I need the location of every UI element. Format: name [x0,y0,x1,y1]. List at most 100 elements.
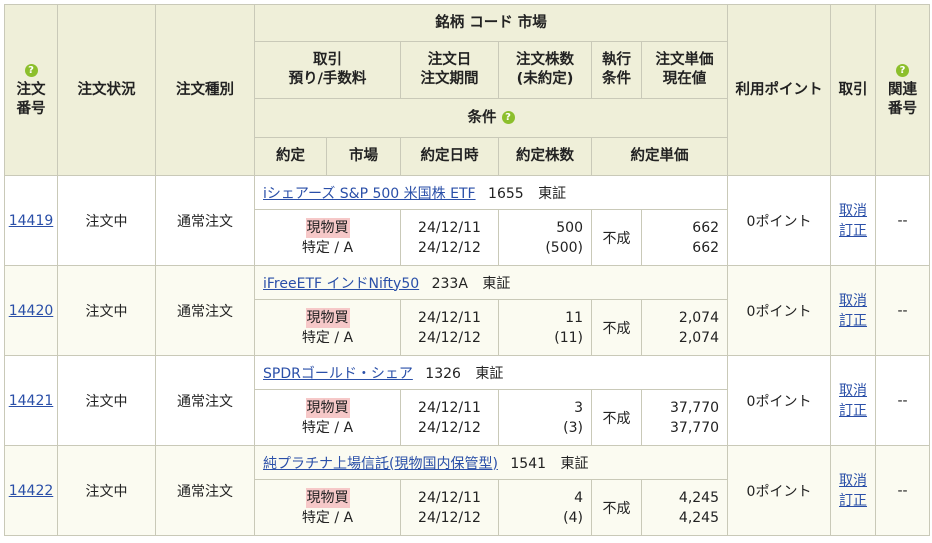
current-price: 37,770 [670,419,720,436]
col-points: 利用ポイント [727,4,832,176]
order-type: 通常注文 [155,445,255,536]
order-date: 24/12/11 [418,399,481,416]
order-status: 注文中 [57,175,156,266]
order-qty: 3 [574,399,583,416]
order-price: 662 [692,219,720,236]
cancel-link[interactable]: 取消 [831,381,875,401]
unfilled-qty: (500) [545,239,583,256]
order-period: 24/12/12 [418,419,481,436]
related-number: -- [875,265,931,356]
modify-link[interactable]: 訂正 [831,221,875,241]
help-icon[interactable]: ? [896,64,910,77]
order-status: 注文中 [57,355,156,446]
current-price: 2,074 [678,329,720,346]
col-action: 取引 [830,4,877,176]
order-period: 24/12/12 [418,329,481,346]
table-row: 14420 注文中 通常注文 iFreeETF インドNifty50 233A … [4,265,931,356]
order-qty: 500 [556,219,583,236]
account-type: 特定 / A [301,329,354,346]
modify-link[interactable]: 訂正 [831,401,875,421]
brand-code: 1655 [488,185,524,202]
order-number-link[interactable]: 14419 [9,213,54,229]
account-type: 特定 / A [301,419,354,436]
brand-code: 1541 [510,455,547,472]
brand-market: 東証 [475,365,504,382]
table-row: 14421 注文中 通常注文 SPDRゴールド・シェア 1326 東証 0ポイン… [4,355,931,446]
current-price: 662 [692,239,720,256]
exec-condition: 不成 [591,209,642,266]
brand-code: 1326 [425,365,461,382]
order-period: 24/12/12 [418,509,481,526]
side-badge: 現物買 [305,307,350,328]
side-badge: 現物買 [305,217,350,238]
col-fill-price: 約定単価 [590,137,729,176]
brand-link[interactable]: 純プラチナ上場信託(現物国内保管型) [263,456,498,472]
side-badge: 現物買 [305,397,350,418]
col-market: 市場 [326,137,401,176]
exec-condition: 不成 [591,299,642,356]
points-value: 0ポイント [727,445,832,536]
order-date: 24/12/11 [418,489,481,506]
points-value: 0ポイント [727,175,832,266]
cancel-link[interactable]: 取消 [831,291,875,311]
col-qty: 注文株数 (未約定) [498,41,592,99]
order-number-link[interactable]: 14420 [9,303,54,319]
order-date: 24/12/11 [418,219,481,236]
col-trade: 取引 預り/手数料 [254,41,401,99]
table-row: 14419 注文中 通常注文 iシェアーズ S&P 500 米国株 ETF 16… [4,175,931,266]
modify-link[interactable]: 訂正 [831,491,875,511]
order-status: 注文中 [57,265,156,356]
exec-condition: 不成 [591,479,642,536]
brand-link[interactable]: SPDRゴールド・シェア [263,366,413,382]
help-icon[interactable]: ? [24,64,38,77]
col-exec: 執行 条件 [591,41,642,99]
unfilled-qty: (4) [563,509,583,526]
col-order-date: 注文日 注文期間 [400,41,499,99]
brand-link[interactable]: iFreeETF インドNifty50 [263,276,419,292]
col-fill-date: 約定日時 [400,137,499,176]
order-price: 37,770 [670,399,720,416]
cancel-link[interactable]: 取消 [831,471,875,491]
account-type: 特定 / A [301,239,354,256]
col-status: 注文状況 [57,4,156,176]
brand-market: 東証 [560,455,589,472]
order-number-link[interactable]: 14422 [9,483,54,499]
order-qty: 4 [574,489,583,506]
order-list-table: ? 注文 番号 注文状況 注文種別 銘柄 コード 市場 利用ポイント 取引 ? … [4,4,931,536]
modify-link[interactable]: 訂正 [831,311,875,331]
order-number-link[interactable]: 14421 [9,393,54,409]
help-icon[interactable]: ? [501,111,515,124]
table-row: 14422 注文中 通常注文 純プラチナ上場信託(現物国内保管型) 1541 東… [4,445,931,536]
col-fill: 約定 [254,137,327,176]
col-order-no: ? 注文 番号 [4,4,58,176]
related-number: -- [875,355,931,446]
order-type: 通常注文 [155,355,255,446]
order-status: 注文中 [57,445,156,536]
col-fill-qty: 約定株数 [498,137,592,176]
col-price: 注文単価 現在値 [640,41,729,99]
col-related: ? 関連 番号 [875,4,931,176]
related-number: -- [875,175,931,266]
brand-market: 東証 [538,185,567,202]
current-price: 4,245 [678,509,720,526]
order-type: 通常注文 [155,175,255,266]
cancel-link[interactable]: 取消 [831,201,875,221]
side-badge: 現物買 [305,487,350,508]
related-number: -- [875,445,931,536]
col-brand: 銘柄 コード 市場 [253,4,729,42]
order-price: 2,074 [678,309,720,326]
order-qty: 11 [565,309,583,326]
order-period: 24/12/12 [418,239,481,256]
col-condition: 条件 ? [253,98,729,138]
order-date: 24/12/11 [418,309,481,326]
brand-market: 東証 [482,275,511,292]
order-price: 4,245 [678,489,720,506]
brand-link[interactable]: iシェアーズ S&P 500 米国株 ETF [263,186,476,202]
unfilled-qty: (3) [563,419,583,436]
brand-code: 233A [431,275,468,292]
points-value: 0ポイント [727,265,832,356]
col-type: 注文種別 [155,4,255,176]
exec-condition: 不成 [591,389,642,446]
unfilled-qty: (11) [554,329,583,346]
account-type: 特定 / A [301,509,354,526]
